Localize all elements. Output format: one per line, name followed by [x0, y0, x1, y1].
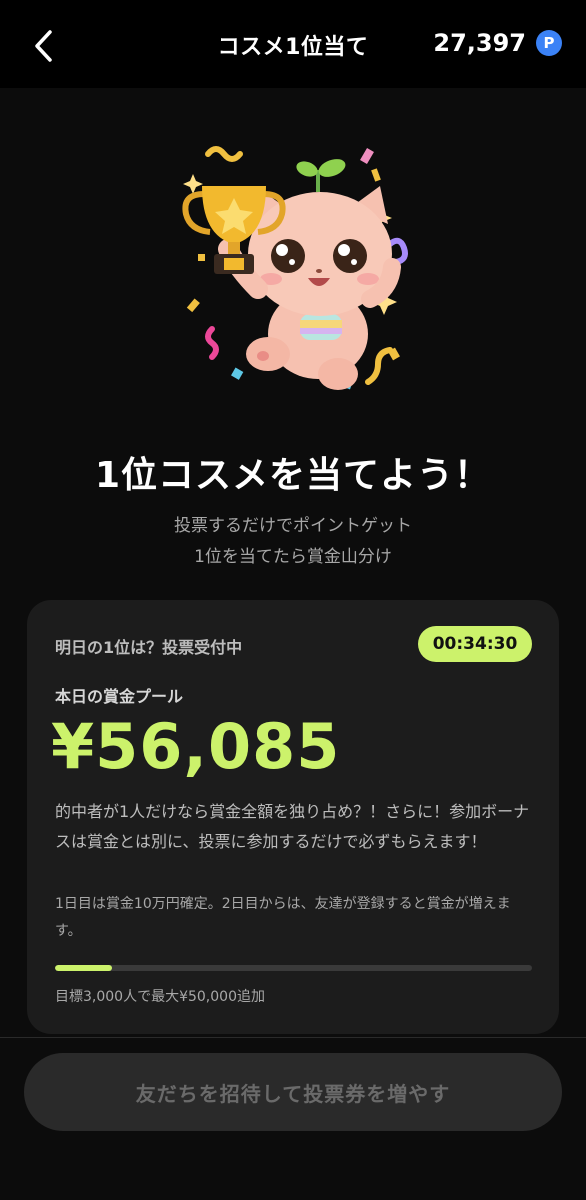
mascot-trophy-illustration: [182, 146, 408, 390]
divider: [0, 1037, 586, 1038]
voting-status: 明日の1位は？投票受付中: [55, 638, 243, 657]
points-balance[interactable]: 27,397 P: [433, 29, 562, 57]
invite-friends-button[interactable]: 友だちを招待して投票券を増やす: [24, 1053, 562, 1131]
countdown-timer: 00:34:30: [418, 626, 532, 662]
prize-description: 的中者が1人だけなら賞金全額を独り占め？！さらに！参加ボーナスは賞金とは別に、投…: [55, 802, 530, 851]
points-badge-icon: P: [536, 30, 562, 56]
prize-pool-amount: ¥56,085: [51, 710, 341, 783]
prize-pool-card: 明日の1位は？投票受付中 00:34:30 本日の賞金プール ¥56,085 的…: [27, 600, 559, 1034]
prize-note: 1日目は賞金10万円確定。2日目からは、友達が登録すると賞金が増えます。: [55, 896, 511, 939]
progress-fill: [55, 965, 113, 971]
points-value: 27,397: [433, 29, 526, 57]
subheading-line-1: 投票するだけでポイントゲット: [174, 516, 412, 536]
prize-pool-label: 本日の賞金プール: [55, 687, 184, 706]
progress-bar: [55, 965, 532, 971]
app-header: コスメ1位当て 27,397 P: [0, 0, 586, 88]
goal-text: 目標3,000人で最大¥50,000追加: [55, 989, 265, 1005]
subheading-line-2: 1位を当てたら賞金山分け: [194, 547, 392, 567]
headline: 1位コスメを当てよう！: [94, 455, 492, 496]
